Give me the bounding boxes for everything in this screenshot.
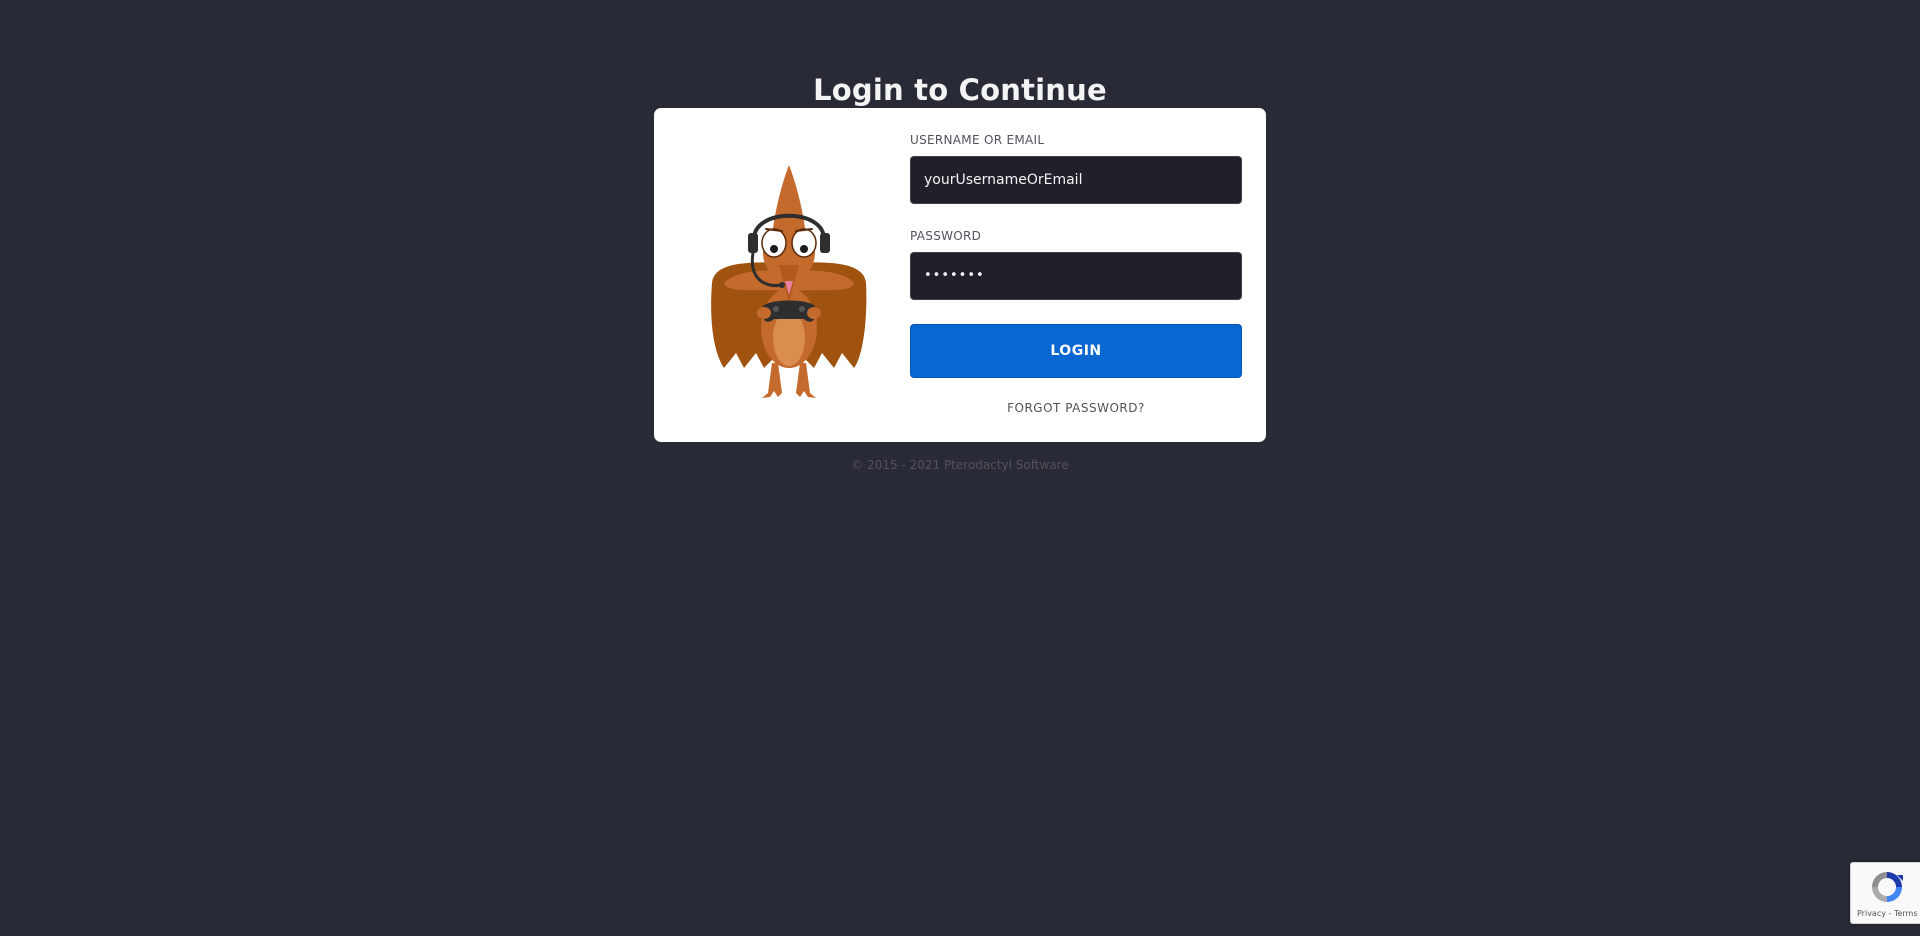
forgot-password-link[interactable]: Forgot password? <box>910 401 1242 415</box>
password-label: Password <box>910 229 982 243</box>
recaptcha-badge[interactable]: Privacy - Terms <box>1850 862 1920 924</box>
recaptcha-terms-link[interactable]: Terms <box>1894 909 1918 918</box>
login-button[interactable]: Login <box>910 324 1242 378</box>
password-field[interactable]: ••••••• <box>910 252 1242 300</box>
login-page: Login to Continue USERNAME OR EMAIL your… <box>0 0 1920 936</box>
login-card: Username or Email yourUsernameOrEmail Pa… <box>654 108 1266 442</box>
recaptcha-links: Privacy - Terms <box>1857 909 1920 918</box>
login-form: Username or Email yourUsernameOrEmail Pa… <box>910 132 1242 415</box>
recaptcha-icon <box>1872 872 1903 902</box>
password-group: Password ••••••• <box>910 228 1242 300</box>
username-label: Username or Email <box>910 133 1045 147</box>
pterodactyl-mascot-icon <box>711 165 867 398</box>
recaptcha-privacy-link[interactable]: Privacy <box>1857 909 1886 918</box>
username-field[interactable]: yourUsernameOrEmail <box>910 156 1242 204</box>
username-group: Username or Email yourUsernameOrEmail <box>910 132 1242 204</box>
page-title: Login to Continue <box>813 73 1107 108</box>
recaptcha-separator: - <box>1885 909 1894 918</box>
copyright-footer: © 2015 - 2021 Pterodactyl Software <box>851 458 1069 472</box>
